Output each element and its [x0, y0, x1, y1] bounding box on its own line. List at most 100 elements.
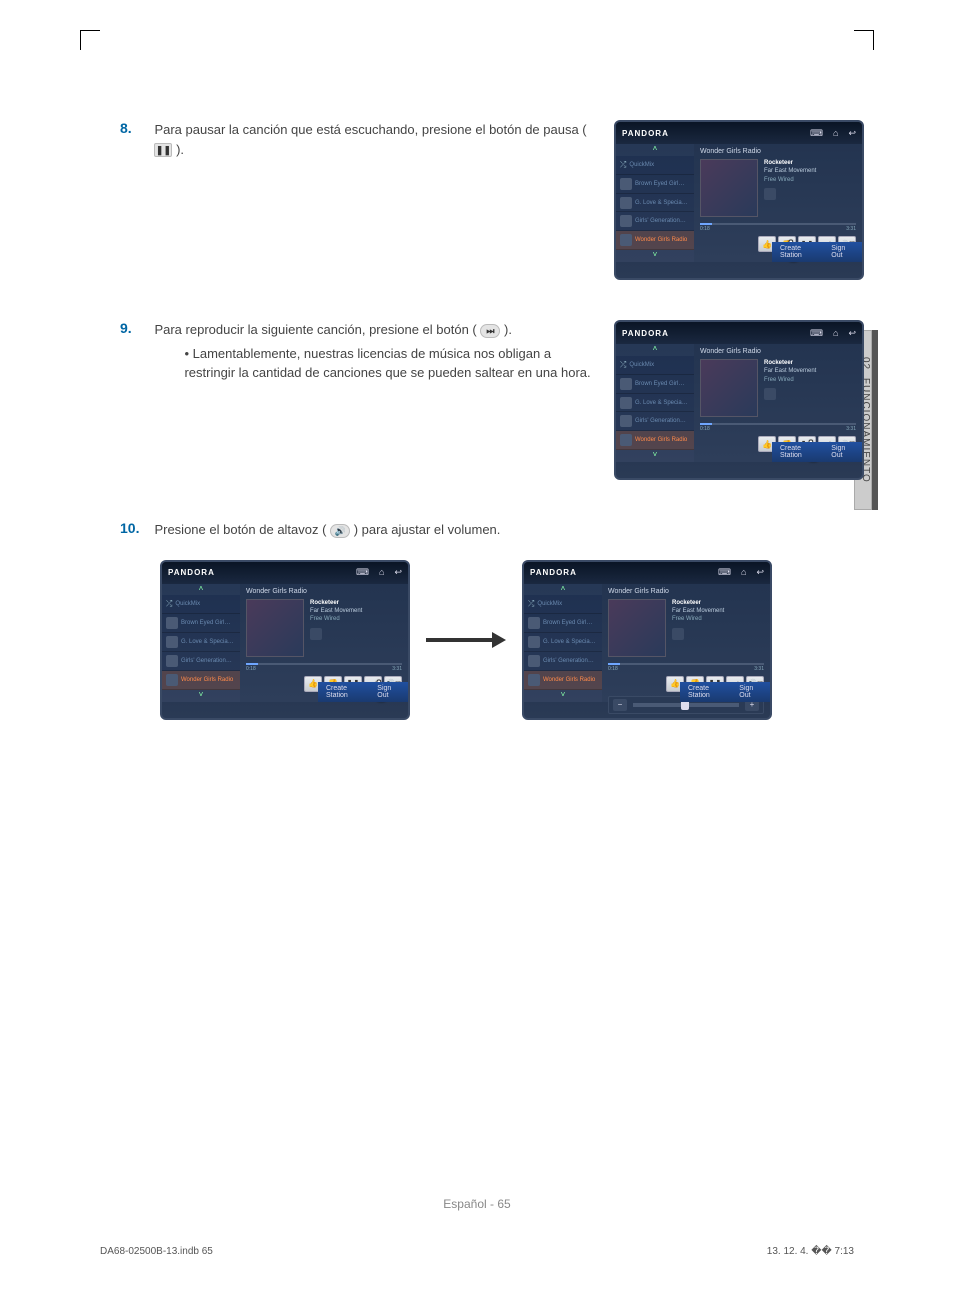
scroll-up-icon[interactable]: ˄ — [616, 144, 694, 156]
step-number: 8. — [120, 120, 150, 136]
radio-title: Wonder Girls Radio — [608, 588, 764, 595]
station-item[interactable]: Girls' Generation… — [162, 652, 240, 671]
keyboard-icon[interactable]: ⌨ — [810, 128, 823, 139]
create-station-link[interactable]: Create Station — [780, 245, 817, 259]
screenshot-pandora-pause: PANDORA ⌨ ⌂ ↩ ˄ ⤮QuickMix Brown Eyed Gir… — [614, 120, 864, 280]
pandora-footer: Create Station Sign Out — [680, 682, 770, 702]
cart-icon[interactable] — [764, 388, 776, 400]
progress-bar[interactable] — [608, 663, 764, 665]
signout-link[interactable]: Sign Out — [739, 685, 762, 699]
song-title: Rocketeer — [310, 599, 362, 607]
keyboard-icon[interactable]: ⌨ — [718, 567, 731, 578]
time-total: 3:31 — [392, 666, 402, 672]
pandora-footer: Create Station Sign Out — [772, 242, 862, 262]
album-name: Free Wired — [310, 615, 362, 623]
scroll-up-icon[interactable]: ˄ — [524, 584, 602, 596]
home-icon[interactable]: ⌂ — [379, 567, 384, 578]
quickmix-item[interactable]: ⤮QuickMix — [616, 156, 694, 175]
station-item[interactable]: G. Love & Specia… — [524, 633, 602, 652]
station-item[interactable]: G. Love & Specia… — [616, 394, 694, 413]
back-icon[interactable]: ↩ — [848, 128, 856, 139]
scroll-down-icon[interactable]: ˅ — [162, 690, 240, 702]
time-total: 3:31 — [846, 426, 856, 432]
signout-link[interactable]: Sign Out — [831, 445, 854, 459]
artist-name: Far East Movement — [672, 607, 724, 615]
station-item[interactable]: Brown Eyed Girl… — [524, 614, 602, 633]
back-icon[interactable]: ↩ — [394, 567, 402, 578]
pandora-footer: Create Station Sign Out — [772, 442, 862, 462]
arrow-icon — [426, 632, 506, 648]
print-footer-right: 13. 12. 4. �� 7:13 — [767, 1246, 854, 1257]
time-total: 3:31 — [754, 666, 764, 672]
signout-link[interactable]: Sign Out — [831, 245, 854, 259]
screenshot-pandora-next: PANDORA ⌨ ⌂ ↩ ˄ ⤮QuickMix Brown Eyed Gir… — [614, 320, 864, 480]
radio-title: Wonder Girls Radio — [700, 348, 856, 355]
home-icon[interactable]: ⌂ — [833, 128, 838, 139]
crop-mark — [854, 30, 874, 50]
quickmix-item[interactable]: ⤮QuickMix — [524, 595, 602, 614]
station-item[interactable]: Girls' Generation… — [616, 412, 694, 431]
page-footer: Español - 65 — [0, 1197, 954, 1211]
station-item[interactable]: Brown Eyed Girl… — [616, 375, 694, 394]
artist-name: Far East Movement — [764, 367, 816, 375]
scroll-up-icon[interactable]: ˄ — [162, 584, 240, 596]
song-title: Rocketeer — [672, 599, 724, 607]
scroll-up-icon[interactable]: ˄ — [616, 344, 694, 356]
step-number: 10. — [120, 520, 150, 536]
print-footer: DA68-02500B-13.indb 65 13. 12. 4. �� 7:1… — [100, 1246, 854, 1257]
cart-icon[interactable] — [310, 628, 322, 640]
home-icon[interactable]: ⌂ — [741, 567, 746, 578]
station-item-selected[interactable]: Wonder Girls Radio — [616, 431, 694, 450]
quickmix-item[interactable]: ⤮QuickMix — [616, 356, 694, 375]
pandora-logo: PANDORA — [530, 568, 577, 577]
step-text: Para pausar la canción que está escuchan… — [154, 120, 593, 159]
cart-icon[interactable] — [672, 628, 684, 640]
station-item[interactable]: G. Love & Specia… — [616, 194, 694, 213]
album-name: Free Wired — [672, 615, 724, 623]
step-10: 10. Presione el botón de altavoz ( 🔊 ) p… — [120, 520, 864, 720]
keyboard-icon[interactable]: ⌨ — [810, 328, 823, 339]
back-icon[interactable]: ↩ — [848, 328, 856, 339]
pandora-logo: PANDORA — [168, 568, 215, 577]
station-sidebar: ˄ ⤮QuickMix Brown Eyed Girl… G. Love & S… — [616, 344, 694, 462]
artist-name: Far East Movement — [310, 607, 362, 615]
progress-bar[interactable] — [700, 423, 856, 425]
create-station-link[interactable]: Create Station — [688, 685, 725, 699]
step-text: Presione el botón de altavoz ( 🔊 ) para … — [154, 520, 500, 540]
album-art — [246, 599, 304, 657]
cart-icon[interactable] — [764, 188, 776, 200]
step-bullet: Lamentablemente, nuestras licencias de m… — [184, 344, 593, 383]
album-name: Free Wired — [764, 176, 816, 184]
progress-bar[interactable] — [246, 663, 402, 665]
artist-name: Far East Movement — [764, 167, 816, 175]
station-item[interactable]: G. Love & Specia… — [162, 633, 240, 652]
album-name: Free Wired — [764, 376, 816, 384]
scroll-down-icon[interactable]: ˅ — [616, 250, 694, 262]
create-station-link[interactable]: Create Station — [780, 445, 817, 459]
time-total: 3:31 — [846, 226, 856, 232]
station-item-selected[interactable]: Wonder Girls Radio — [524, 671, 602, 690]
back-icon[interactable]: ↩ — [756, 567, 764, 578]
keyboard-icon[interactable]: ⌨ — [356, 567, 369, 578]
station-item[interactable]: Brown Eyed Girl… — [616, 175, 694, 194]
station-item[interactable]: Brown Eyed Girl… — [162, 614, 240, 633]
station-item-selected[interactable]: Wonder Girls Radio — [616, 231, 694, 250]
pandora-logo: PANDORA — [622, 329, 669, 338]
scroll-down-icon[interactable]: ˅ — [524, 690, 602, 702]
time-elapsed: 0:18 — [700, 226, 710, 232]
scroll-down-icon[interactable]: ˅ — [616, 450, 694, 462]
radio-title: Wonder Girls Radio — [700, 148, 856, 155]
album-art — [700, 359, 758, 417]
home-icon[interactable]: ⌂ — [833, 328, 838, 339]
station-item[interactable]: Girls' Generation… — [616, 212, 694, 231]
quickmix-item[interactable]: ⤮QuickMix — [162, 595, 240, 614]
crop-mark — [80, 30, 100, 50]
station-item-selected[interactable]: Wonder Girls Radio — [162, 671, 240, 690]
station-item[interactable]: Girls' Generation… — [524, 652, 602, 671]
create-station-link[interactable]: Create Station — [326, 685, 363, 699]
volume-track[interactable] — [633, 703, 739, 707]
volume-minus-button[interactable]: − — [613, 699, 627, 711]
step-9: 9. Para reproducir la siguiente canción,… — [120, 320, 864, 480]
progress-bar[interactable] — [700, 223, 856, 225]
signout-link[interactable]: Sign Out — [377, 685, 400, 699]
